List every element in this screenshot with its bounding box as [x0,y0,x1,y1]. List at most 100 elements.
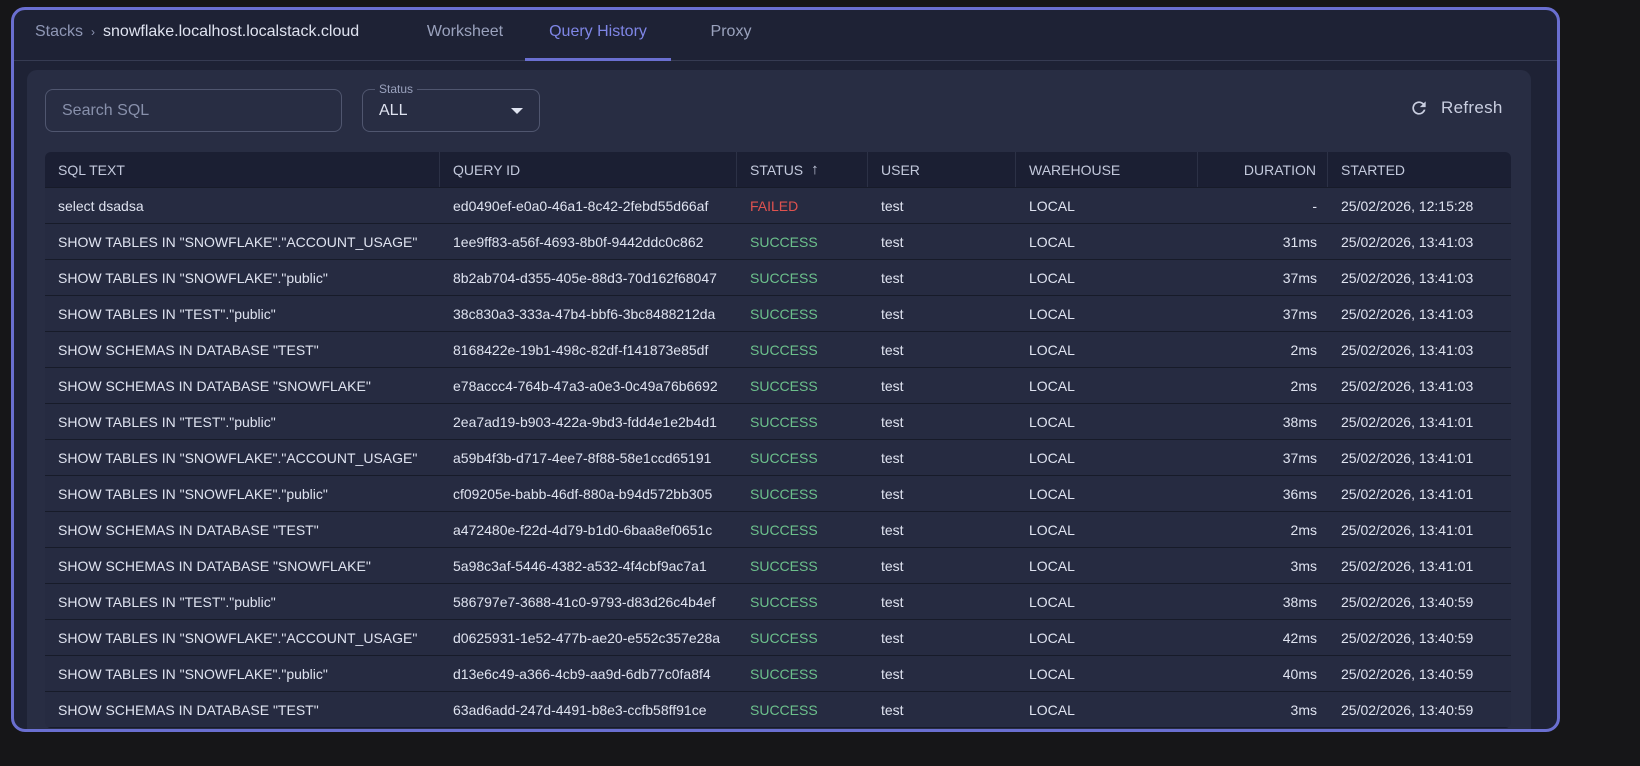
table-row[interactable]: SHOW TABLES IN "TEST"."public" 38c830a3-3… [45,296,1511,332]
table-row[interactable]: SHOW SCHEMAS IN DATABASE "TEST" a472480e-… [45,512,1511,548]
breadcrumb-stacks[interactable]: Stacks [35,23,83,40]
table-row[interactable]: SHOW TABLES IN "SNOWFLAKE"."public" 8b2ab… [45,260,1511,296]
cell-duration: 2ms [1290,377,1317,394]
cell-user: test [881,701,904,718]
table-row[interactable]: SHOW TABLES IN "SNOWFLAKE"."ACCOUNT_USAG… [45,620,1511,656]
cell-sql-text: SHOW TABLES IN "TEST"."public" [58,413,276,430]
cell-query-id: cf09205e-babb-46df-880a-b94d572bb305 [453,485,713,502]
cell-query-id: 5a98c3af-5446-4382-a532-4f4cbf9ac7a1 [453,557,707,574]
query-history-panel: Status ALL Refresh SQL TEXT QUERY ID STA… [27,70,1531,729]
cell-query-id: 63ad6add-247d-4491-b8e3-ccfb58ff91ce [453,701,707,718]
cell-duration: 2ms [1290,521,1317,538]
cell-status: SUCCESS [750,665,818,682]
cell-sql-text: select dsadsa [58,197,144,214]
cell-warehouse: LOCAL [1029,521,1075,538]
cell-status: SUCCESS [750,701,818,718]
col-query-id[interactable]: QUERY ID [440,152,737,187]
cell-warehouse: LOCAL [1029,305,1075,322]
app-window: Stacks › snowflake.localhost.localstack.cl… [11,7,1560,732]
cell-user: test [881,413,904,430]
table-row[interactable]: SHOW TABLES IN "TEST"."public" 2ea7ad19-b… [45,404,1511,440]
cell-duration: 42ms [1282,629,1317,646]
cell-sql-text: SHOW SCHEMAS IN DATABASE "TEST" [58,521,319,538]
tab-query-history[interactable]: Query History [525,10,671,61]
tab-proxy[interactable]: Proxy [686,10,776,61]
cell-warehouse: LOCAL [1029,629,1075,646]
cell-status: SUCCESS [750,341,818,358]
breadcrumb-host: snowflake.localhost.localstack.cloud [103,23,360,40]
cell-user: test [881,269,904,286]
cell-query-id: d13e6c49-a366-4cb9-aa9d-6db77c0fa8f4 [453,665,711,682]
cell-status: SUCCESS [750,269,818,286]
cell-duration: - [1312,197,1317,214]
cell-warehouse: LOCAL [1029,701,1075,718]
cell-started: 25/02/2026, 13:40:59 [1341,665,1474,682]
cell-duration: 31ms [1282,233,1317,250]
col-sql-text[interactable]: SQL TEXT [45,152,440,187]
cell-duration: 36ms [1282,485,1317,502]
status-select-value: ALL [379,102,408,119]
col-status-label: STATUS [750,161,804,178]
cell-user: test [881,341,904,358]
cell-warehouse: LOCAL [1029,665,1075,682]
cell-started: 25/02/2026, 13:41:01 [1341,521,1474,538]
cell-status: SUCCESS [750,629,818,646]
cell-user: test [881,197,904,214]
cell-query-id: ed0490ef-e0a0-46a1-8c42-2febd55d66af [453,197,709,214]
cell-started: 25/02/2026, 13:41:03 [1341,341,1474,358]
table-row[interactable]: select dsadsa ed0490ef-e0a0-46a1-8c42-2fe… [45,188,1511,224]
col-status[interactable]: STATUS ↑ [737,152,868,187]
search-input[interactable] [45,89,342,132]
cell-warehouse: LOCAL [1029,449,1075,466]
cell-warehouse: LOCAL [1029,485,1075,502]
cell-user: test [881,305,904,322]
table-row[interactable]: SHOW SCHEMAS IN DATABASE "SNOWFLAKE" 5a98… [45,548,1511,584]
cell-warehouse: LOCAL [1029,377,1075,394]
cell-sql-text: SHOW SCHEMAS IN DATABASE "SNOWFLAKE" [58,377,371,394]
refresh-button[interactable]: Refresh [1409,98,1503,118]
cell-started: 25/02/2026, 13:41:01 [1341,449,1474,466]
table-row[interactable]: SHOW SCHEMAS IN DATABASE "TEST" 8168422e-… [45,332,1511,368]
cell-query-id: 8b2ab704-d355-405e-88d3-70d162f68047 [453,269,717,286]
cell-duration: 40ms [1282,665,1317,682]
cell-query-id: d0625931-1e52-477b-ae20-e552c357e28a [453,629,721,646]
table-row[interactable]: SHOW TABLES IN "SNOWFLAKE"."public" d13e6… [45,656,1511,692]
cell-query-id: 8168422e-19b1-498c-82df-f141873e85df [453,341,709,358]
cell-started: 25/02/2026, 13:41:01 [1341,413,1474,430]
col-user[interactable]: USER [868,152,1016,187]
chevron-right-icon: › [91,25,96,39]
cell-warehouse: LOCAL [1029,593,1075,610]
cell-user: test [881,485,904,502]
tab-worksheet[interactable]: Worksheet [410,10,520,61]
table-row[interactable]: SHOW TABLES IN "SNOWFLAKE"."public" cf092… [45,476,1511,512]
breadcrumb: Stacks › snowflake.localhost.localstack.cl… [35,23,359,41]
cell-duration: 37ms [1282,269,1317,286]
cell-query-id: a59b4f3b-d717-4ee7-8f88-58e1ccd65191 [453,449,712,466]
cell-query-id: 2ea7ad19-b903-422a-9bd3-fdd4e1e2b4d1 [453,413,717,430]
col-started[interactable]: STARTED [1328,152,1511,187]
cell-status: SUCCESS [750,521,818,538]
status-select[interactable]: Status ALL [362,82,540,132]
cell-duration: 3ms [1290,701,1317,718]
table-row[interactable]: SHOW TABLES IN "SNOWFLAKE"."ACCOUNT_USAG… [45,224,1511,260]
refresh-label: Refresh [1441,98,1503,117]
status-select-label: Status [375,82,418,96]
table-row[interactable]: SHOW TABLES IN "SNOWFLAKE"."ACCOUNT_USAG… [45,440,1511,476]
cell-started: 25/02/2026, 13:41:03 [1341,305,1474,322]
cell-sql-text: SHOW TABLES IN "SNOWFLAKE"."ACCOUNT_USAG… [58,629,418,646]
table-row[interactable]: SHOW SCHEMAS IN DATABASE "TEST" 63ad6add-… [45,692,1511,728]
table-row[interactable]: SHOW SCHEMAS IN DATABASE "SNOWFLAKE" e78a… [45,368,1511,404]
cell-user: test [881,233,904,250]
col-duration[interactable]: DURATION [1198,152,1328,187]
table-row[interactable]: SHOW TABLES IN "TEST"."public" 586797e7-3… [45,584,1511,620]
cell-duration: 3ms [1290,557,1317,574]
col-warehouse[interactable]: WAREHOUSE [1016,152,1198,187]
cell-started: 25/02/2026, 12:15:28 [1341,197,1474,214]
cell-warehouse: LOCAL [1029,557,1075,574]
cell-started: 25/02/2026, 13:40:59 [1341,593,1474,610]
cell-sql-text: SHOW TABLES IN "TEST"."public" [58,593,276,610]
cell-status: SUCCESS [750,449,818,466]
cell-status: SUCCESS [750,485,818,502]
cell-duration: 37ms [1282,449,1317,466]
cell-started: 25/02/2026, 13:41:01 [1341,485,1474,502]
